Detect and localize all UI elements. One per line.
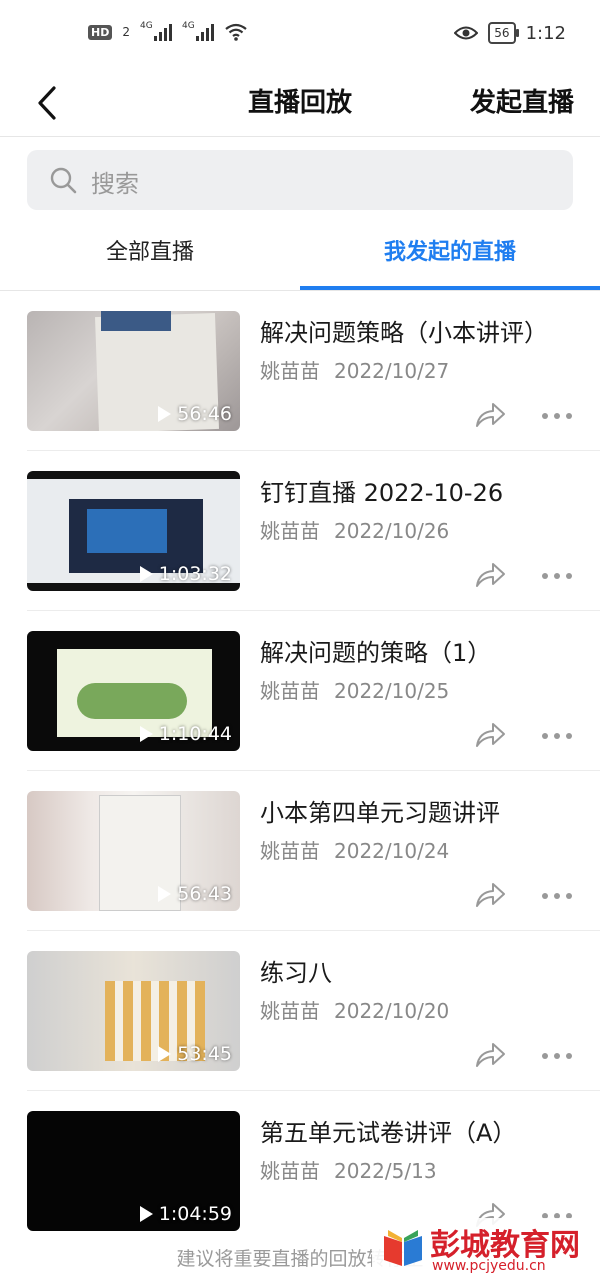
network-type-2: 4G	[181, 21, 195, 31]
item-meta: 姚苗苗 2022/10/24	[260, 835, 449, 864]
network-type: 4G	[139, 21, 153, 31]
video-thumbnail[interactable]: 53:45	[27, 951, 240, 1071]
item-date: 2022/10/24	[334, 839, 450, 863]
search-input[interactable]: 搜索	[27, 150, 573, 210]
item-title: 练习八	[260, 959, 332, 987]
item-meta: 姚苗苗 2022/5/13	[260, 1155, 437, 1184]
item-date: 2022/10/25	[334, 679, 450, 703]
play-icon	[158, 406, 172, 422]
start-live-button[interactable]: 发起直播	[470, 82, 574, 119]
share-icon[interactable]	[474, 721, 506, 749]
item-author: 姚苗苗	[260, 359, 320, 383]
duration-label: 1:04:59	[139, 1203, 232, 1225]
search-placeholder: 搜索	[91, 170, 139, 198]
tab-my-lives[interactable]: 我发起的直播	[300, 234, 600, 266]
item-meta: 姚苗苗 2022/10/20	[260, 995, 449, 1024]
item-date: 2022/10/26	[334, 519, 450, 543]
video-thumbnail[interactable]: 56:43	[27, 791, 240, 911]
signal-icon: 4G	[139, 21, 172, 41]
item-meta: 姚苗苗 2022/10/27	[260, 355, 449, 384]
play-icon	[158, 886, 172, 902]
watermark: 彭城教育网 www.pcjyedu.cn	[372, 1218, 600, 1280]
item-title: 第五单元试卷讲评（A）	[260, 1119, 517, 1147]
status-left: HD 2 4G 4G	[88, 21, 248, 42]
tab-bar: 全部直播 我发起的直播	[0, 220, 600, 291]
list-item[interactable]: 56:43 小本第四单元习题讲评 姚苗苗 2022/10/24	[0, 771, 600, 931]
item-meta: 姚苗苗 2022/10/25	[260, 675, 449, 704]
item-date: 2022/10/27	[334, 359, 450, 383]
list-item[interactable]: 1:03:32 钉钉直播 2022-10-26 姚苗苗 2022/10/26	[0, 451, 600, 611]
more-options-icon[interactable]	[540, 571, 574, 581]
more-options-icon[interactable]	[540, 731, 574, 741]
item-date: 2022/10/20	[334, 999, 450, 1023]
watermark-url: www.pcjyedu.cn	[432, 1258, 546, 1274]
video-thumbnail[interactable]: 1:04:59	[27, 1111, 240, 1231]
item-date: 2022/5/13	[334, 1159, 437, 1183]
duration-label: 53:45	[158, 1043, 232, 1065]
more-options-icon[interactable]	[540, 411, 574, 421]
share-icon[interactable]	[474, 1041, 506, 1069]
signal-icon-2: 4G	[181, 21, 214, 41]
nav-bar: 直播回放 发起直播	[0, 70, 600, 137]
duration-label: 56:46	[158, 403, 232, 425]
active-tab-indicator	[300, 286, 600, 290]
more-options-icon[interactable]	[540, 1051, 574, 1061]
video-thumbnail[interactable]: 56:46	[27, 311, 240, 431]
battery-indicator: 56	[488, 22, 519, 44]
hd-badge: HD	[88, 24, 113, 40]
item-author: 姚苗苗	[260, 839, 320, 863]
status-right: 56 1:12	[454, 22, 566, 44]
item-title: 解决问题的策略（1）	[260, 639, 492, 667]
list-item[interactable]: 56:46 解决问题策略（小本讲评） 姚苗苗 2022/10/27	[0, 291, 600, 451]
more-options-icon[interactable]	[540, 891, 574, 901]
play-icon	[139, 566, 153, 582]
item-author: 姚苗苗	[260, 519, 320, 543]
status-bar: HD 2 4G 4G 56 1:12	[0, 0, 600, 70]
item-author: 姚苗苗	[260, 999, 320, 1023]
item-author: 姚苗苗	[260, 1159, 320, 1183]
share-icon[interactable]	[474, 881, 506, 909]
eye-icon	[454, 26, 479, 40]
share-icon[interactable]	[474, 561, 506, 589]
share-icon[interactable]	[474, 401, 506, 429]
play-icon	[158, 1046, 172, 1062]
play-icon	[139, 1206, 153, 1222]
item-title: 小本第四单元习题讲评	[260, 799, 500, 827]
sim-number: 2	[122, 25, 130, 39]
item-title: 钉钉直播 2022-10-26	[260, 479, 504, 507]
video-thumbnail[interactable]: 1:10:44	[27, 631, 240, 751]
duration-label: 1:03:32	[139, 563, 232, 585]
play-icon	[139, 726, 153, 742]
duration-label: 56:43	[158, 883, 232, 905]
wifi-icon	[225, 23, 247, 41]
list-item[interactable]: 1:10:44 解决问题的策略（1） 姚苗苗 2022/10/25	[0, 611, 600, 771]
item-author: 姚苗苗	[260, 679, 320, 703]
list-item[interactable]: 53:45 练习八 姚苗苗 2022/10/20	[0, 931, 600, 1091]
item-title: 解决问题策略（小本讲评）	[260, 319, 548, 347]
book-logo-icon	[384, 1230, 422, 1266]
tab-all-lives[interactable]: 全部直播	[0, 234, 300, 266]
duration-label: 1:10:44	[139, 723, 232, 745]
video-thumbnail[interactable]: 1:03:32	[27, 471, 240, 591]
clock: 1:12	[525, 22, 566, 44]
item-meta: 姚苗苗 2022/10/26	[260, 515, 449, 544]
search-icon	[50, 167, 77, 194]
